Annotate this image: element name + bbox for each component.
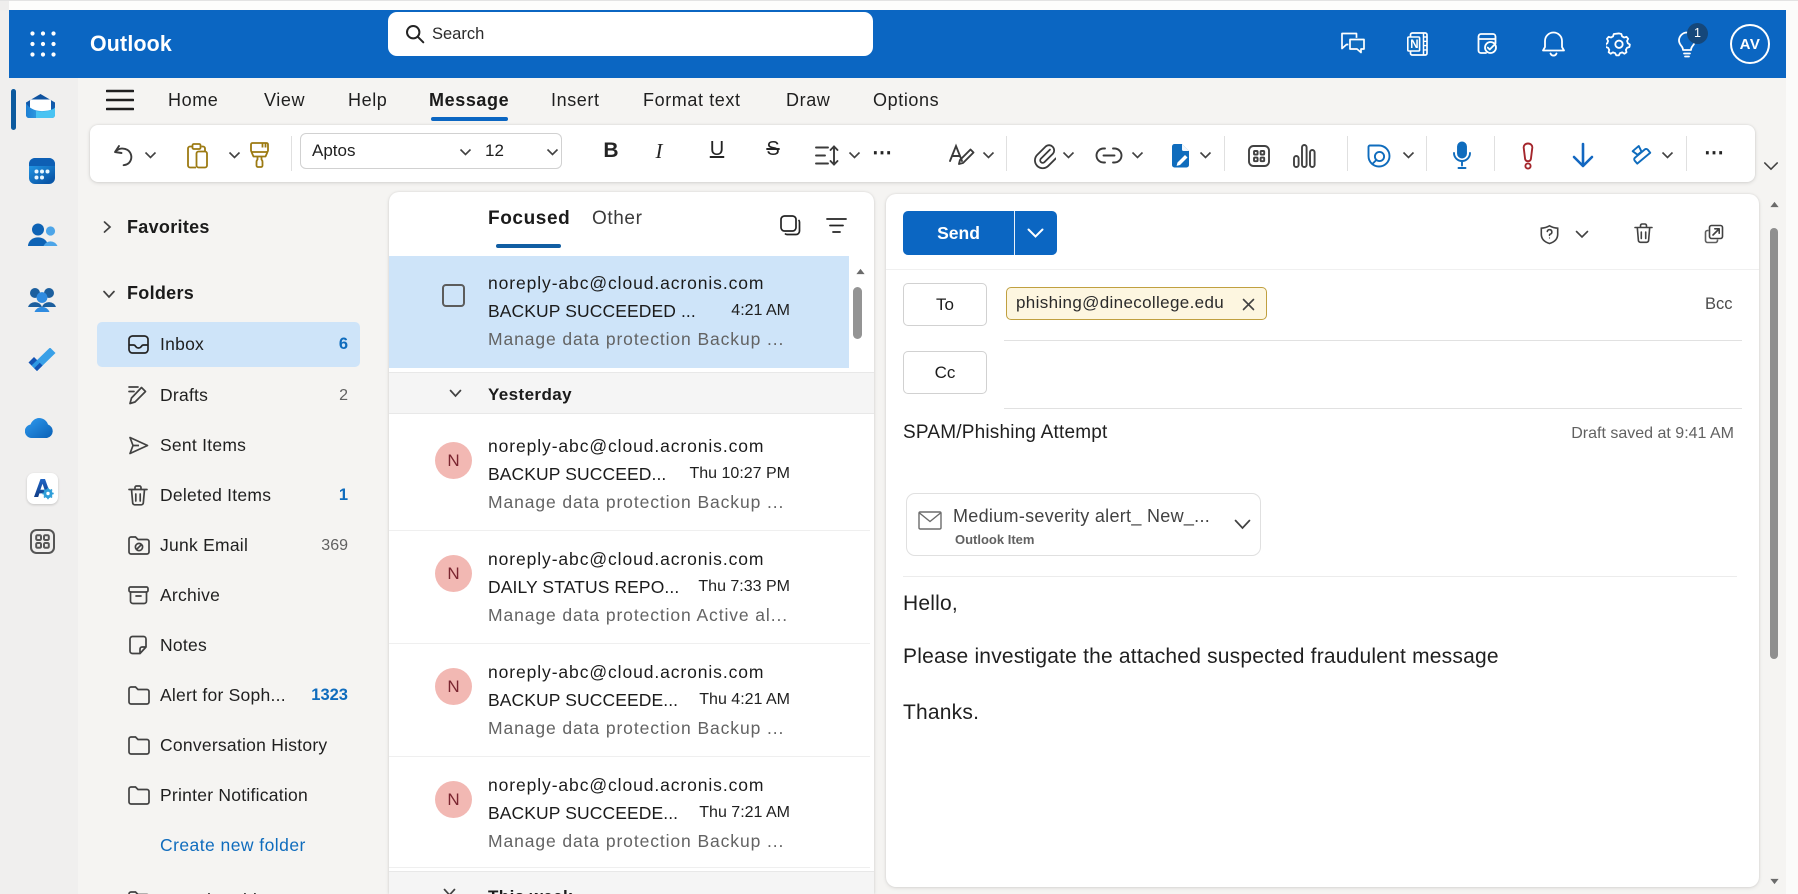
svg-text:N: N [1410, 39, 1418, 51]
